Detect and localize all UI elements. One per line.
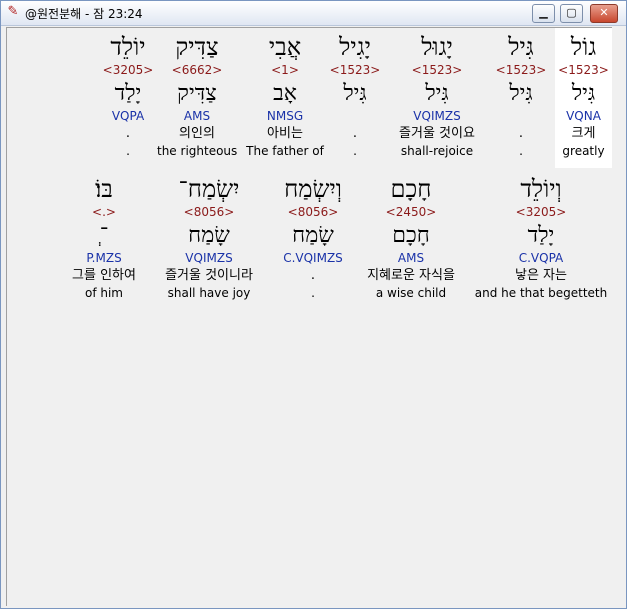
close-icon: ✕ [599,6,609,19]
lemma: יָלַד [527,223,555,248]
hebrew-word: גִּיל [508,33,534,61]
word-1-3[interactable]: חָכָם <2450> חָכָם AMS 지혜로운 자식을 a wise c… [353,174,469,302]
hebrew-word: גוֹל [570,33,597,61]
morphology: VQIMZS [185,251,233,265]
english-gloss: of him [84,286,123,300]
lemma: אָב [273,81,297,106]
korean-gloss: . [518,126,524,141]
lemma: שָׂמַח [188,223,230,248]
strong-number[interactable]: <6662> [157,62,237,79]
interlinear-view[interactable]: יוֹלֵד <3205> יָלַד VQPA . . צַדִּיק <66… [6,27,612,606]
hebrew-word: בּוֹ׃ [95,175,113,203]
korean-gloss: 낳은 자는 [515,268,567,283]
morphology: C.VQIMZS [283,251,343,265]
korean-gloss: . [125,126,131,141]
korean-gloss: 크게 [571,126,596,141]
lemma: גִּיל [425,81,449,106]
hebrew-word: צַדִּיק [175,33,219,61]
english-gloss: the righteous [157,144,238,158]
lemma: גִּיל [509,81,533,106]
korean-gloss: 즐거울 것이니라 [165,268,253,283]
strong-number[interactable]: <2450> [353,204,469,221]
korean-gloss: 그를 인하여 [72,268,136,283]
lemma: ־ְ [99,223,109,248]
close-button[interactable]: ✕ [590,4,618,23]
word-1-4[interactable]: וְיוֹלֵד <3205> יָלַד C.VQPA 낳은 자는 and h… [473,174,609,302]
app-window: ✎ @원전분해 - 잠 23:24 ▁ ▢ ✕ יוֹלֵד <3205> יָ… [0,0,627,609]
english-gloss: . [311,286,315,300]
hebrew-word: יִשְׂמַח־ [178,175,240,203]
minimize-button[interactable]: ▁ [532,4,555,23]
strong-number[interactable]: <.> [59,204,149,221]
morphology [327,108,383,125]
minimize-icon: ▁ [539,6,548,19]
morphology: VQPA [111,109,145,123]
maximize-button[interactable]: ▢ [560,4,583,23]
hebrew-word: וְיִשְׂמַח [284,175,342,203]
strong-number[interactable]: <3205> [95,62,161,79]
morphology: C.VQPA [518,251,564,265]
hebrew-word: יוֹלֵד [110,33,146,61]
word-0-5[interactable]: גִּיל <1523> גִּיל . . [493,32,549,160]
word-0-6-selected[interactable]: גוֹל <1523> גִּיל VQNA 크게 greatly [555,32,612,160]
english-gloss: and he that begetteth [474,286,608,300]
hebrew-word: יָגִיל [339,33,371,61]
lemma: שָׂמַח [292,223,334,248]
maximize-icon: ▢ [566,6,577,19]
word-0-3[interactable]: יָגִיל <1523> גִּיל . . [327,32,383,160]
korean-gloss: . [352,126,358,141]
strong-number[interactable]: <1523> [327,62,383,79]
english-gloss: greatly [562,144,605,158]
strong-number[interactable]: <1523> [493,62,549,79]
word-1-2[interactable]: וְיִשְׂמַח <8056> שָׂמַח C.VQIMZS . . [273,174,353,302]
morphology: P.MZS [86,251,122,265]
strong-number[interactable]: <8056> [149,204,269,221]
strong-number[interactable]: <8056> [273,204,353,221]
morphology: VQIMZS [413,109,461,123]
korean-gloss: 의인의 [179,126,215,141]
hebrew-word: חָכָם [390,175,432,203]
english-gloss: . [353,144,357,158]
morphology: AMS [397,251,425,265]
korean-gloss: 아비는 [267,126,303,141]
lemma: צַדִּיק [177,81,217,106]
word-1-1[interactable]: יִשְׂמַח־ <8056> שָׂמַח VQIMZS 즐거울 것이니라 … [149,174,269,302]
hebrew-word: יָגוּל [421,33,453,61]
lemma: יָלַד [114,81,142,106]
word-0-2[interactable]: אֲבִי <1> אָב NMSG 아비는 The father of [245,32,325,160]
english-gloss: shall-rejoice [400,144,474,158]
korean-gloss: 즐거울 것이요 [399,126,475,141]
app-icon: ✎ [7,4,19,19]
word-0-1[interactable]: צַדִּיק <6662> צַדִּיק AMS 의인의 the right… [157,32,237,160]
morphology: VQNA [566,109,601,123]
strong-number[interactable]: <3205> [473,204,609,221]
lemma: חָכָם [392,223,430,248]
english-gloss: . [126,144,130,158]
strong-number[interactable]: <1523> [555,62,612,79]
window-title: @원전분해 - 잠 23:24 [25,7,143,21]
english-gloss: The father of [246,144,324,158]
word-0-0[interactable]: יוֹלֵד <3205> יָלַד VQPA . . [95,32,161,160]
hebrew-word: אֲבִי [268,33,302,61]
strong-number[interactable]: <1> [245,62,325,79]
morphology: NMSG [266,109,304,123]
english-gloss: . [519,144,523,158]
morphology [493,108,549,125]
lemma: גִּיל [571,81,596,106]
lemma: גִּיל [343,81,367,106]
morphology: AMS [183,109,211,123]
korean-gloss: 지혜로운 자식을 [367,268,455,283]
korean-gloss: . [310,268,316,283]
word-1-0[interactable]: בּוֹ׃ <.> ־ְ P.MZS 그를 인하여 of him [59,174,149,302]
strong-number[interactable]: <1523> [387,62,487,79]
word-0-4[interactable]: יָגוּל <1523> גִּיל VQIMZS 즐거울 것이요 shall… [387,32,487,160]
title-bar[interactable]: ✎ @원전분해 - 잠 23:24 ▁ ▢ ✕ [1,1,626,26]
english-gloss: shall have joy [167,286,251,300]
hebrew-word: וְיוֹלֵד [520,175,562,203]
english-gloss: a wise child [375,286,447,300]
